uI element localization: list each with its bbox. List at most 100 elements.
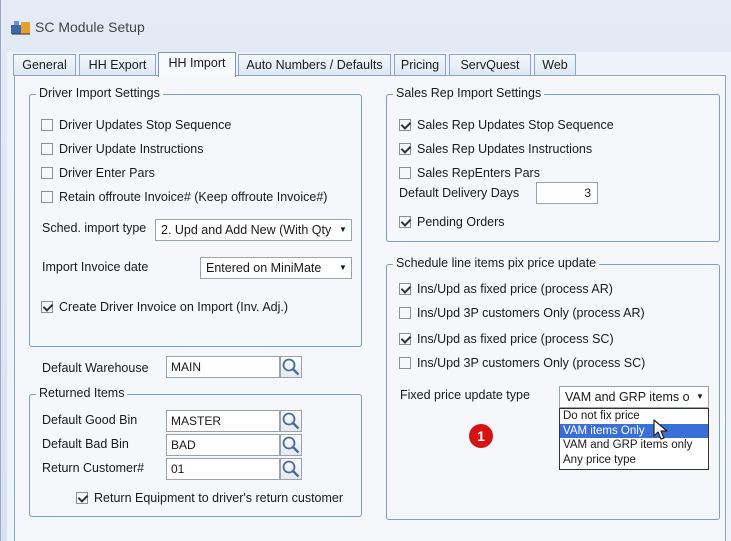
- tab-hh-export[interactable]: HH Export: [79, 54, 156, 76]
- sales-rep-enters-pars-checkbox[interactable]: Sales RepEnters Pars: [399, 164, 540, 182]
- checkbox-label: Driver Enter Pars: [59, 166, 155, 180]
- default-warehouse-field[interactable]: MAIN: [166, 356, 280, 378]
- checkbox-box[interactable]: [76, 492, 88, 504]
- sched-import-type-label: Sched. import type: [42, 221, 147, 235]
- import-invoice-date-label: Import Invoice date: [42, 260, 149, 274]
- search-icon: [282, 460, 300, 478]
- option-vam-items-only[interactable]: VAM items Only: [560, 423, 708, 438]
- tab-servquest[interactable]: ServQuest: [449, 54, 531, 76]
- search-icon: [282, 412, 300, 430]
- option-vam-and-grp-items-only[interactable]: VAM and GRP items only: [560, 438, 708, 453]
- return-customer-field[interactable]: 01: [166, 458, 280, 480]
- checkbox-label: Create Driver Invoice on Import (Inv. Ad…: [59, 300, 289, 314]
- checkbox-label: Driver Updates Stop Sequence: [59, 118, 232, 132]
- group-title: Returned Items: [36, 386, 128, 400]
- checkbox-label: Ins/Upd 3P customers Only (process SC): [417, 356, 646, 370]
- mouse-cursor-icon: [653, 419, 668, 440]
- 3p-customers-ar-checkbox[interactable]: Ins/Upd 3P customers Only (process AR): [399, 304, 645, 322]
- checkbox-box[interactable]: [41, 301, 53, 313]
- fixed-price-type-options: Do not fix price VAM items Only VAM and …: [559, 408, 709, 470]
- return-equipment-checkbox[interactable]: Return Equipment to driver's return cust…: [76, 489, 343, 507]
- dropdown-arrow-icon[interactable]: ▼: [335, 258, 351, 278]
- setup-window: SC Module Setup General HH Export HH Imp…: [0, 0, 731, 541]
- step-badge: 1: [469, 424, 493, 448]
- tab-label: HH Import: [168, 56, 226, 70]
- fixed-price-update-type-select[interactable]: VAM and GRP items o ▼: [559, 386, 709, 408]
- sales-rep-updates-instructions-checkbox[interactable]: Sales Rep Updates Instructions: [399, 140, 592, 158]
- retain-offroute-invoice-checkbox[interactable]: Retain offroute Invoice# (Keep offroute …: [41, 188, 341, 206]
- checkbox-box[interactable]: [399, 357, 411, 369]
- select-value: VAM and GRP items o: [565, 390, 690, 404]
- default-good-bin-field[interactable]: MASTER: [166, 410, 280, 432]
- fixed-price-sc-checkbox[interactable]: Ins/Upd as fixed price (process SC): [399, 330, 614, 348]
- checkbox-box[interactable]: [399, 283, 411, 295]
- checkbox-label: Ins/Upd 3P customers Only (process AR): [417, 306, 645, 320]
- checkbox-box[interactable]: [41, 191, 53, 203]
- driver-enter-pars-checkbox[interactable]: Driver Enter Pars: [41, 164, 155, 182]
- checkbox-box[interactable]: [41, 119, 53, 131]
- select-value: Entered on MiniMate: [206, 261, 322, 275]
- tab-auto-numbers[interactable]: Auto Numbers / Defaults: [238, 54, 391, 76]
- fixed-price-ar-checkbox[interactable]: Ins/Upd as fixed price (process AR): [399, 280, 613, 298]
- group-title: Driver Import Settings: [36, 86, 163, 100]
- checkbox-label: Sales RepEnters Pars: [417, 166, 540, 180]
- tab-label: Auto Numbers / Defaults: [246, 58, 383, 72]
- driver-updates-stop-sequence-checkbox[interactable]: Driver Updates Stop Sequence: [41, 116, 231, 134]
- tab-label: General: [22, 58, 67, 72]
- dropdown-arrow-icon[interactable]: ▼: [335, 220, 351, 240]
- search-icon: [282, 436, 300, 454]
- checkbox-box[interactable]: [399, 119, 411, 131]
- checkbox-box[interactable]: [399, 333, 411, 345]
- tab-label: Pricing: [400, 58, 440, 72]
- tab-label: Web: [542, 58, 568, 72]
- tab-hh-import[interactable]: HH Import: [158, 52, 236, 77]
- dropdown-arrow-icon[interactable]: ▼: [692, 387, 708, 407]
- checkbox-label: Pending Orders: [417, 215, 505, 229]
- group-title: Schedule line items pix price update: [393, 256, 600, 270]
- default-good-bin-label: Default Good Bin: [42, 413, 138, 427]
- pending-orders-checkbox[interactable]: Pending Orders: [399, 213, 505, 231]
- tab-general[interactable]: General: [13, 54, 76, 76]
- return-customer-label: Return Customer#: [42, 461, 145, 475]
- bad-bin-lookup-button[interactable]: [280, 434, 302, 456]
- checkbox-label: Sales Rep Updates Instructions: [417, 142, 593, 156]
- checkbox-label: Ins/Upd as fixed price (process SC): [417, 332, 614, 346]
- checkbox-label: Return Equipment to driver's return cust…: [94, 491, 344, 505]
- checkbox-box[interactable]: [399, 216, 411, 228]
- warehouse-lookup-button[interactable]: [280, 356, 302, 378]
- option-any-price-type[interactable]: Any price type: [560, 453, 708, 468]
- checkbox-box[interactable]: [399, 167, 411, 179]
- sales-rep-updates-stop-sequence-checkbox[interactable]: Sales Rep Updates Stop Sequence: [399, 116, 614, 134]
- search-icon: [282, 358, 300, 376]
- default-delivery-days-field[interactable]: 3: [536, 182, 598, 204]
- tab-pricing[interactable]: Pricing: [394, 54, 446, 76]
- good-bin-lookup-button[interactable]: [280, 410, 302, 432]
- checkbox-label: Driver Update Instructions: [59, 142, 204, 156]
- checkbox-box[interactable]: [399, 307, 411, 319]
- checkbox-box[interactable]: [41, 143, 53, 155]
- sched-import-type-select[interactable]: 2. Upd and Add New (With Qty ▼: [155, 219, 352, 241]
- driver-update-instructions-checkbox[interactable]: Driver Update Instructions: [41, 140, 204, 158]
- default-delivery-days-label: Default Delivery Days: [399, 186, 520, 200]
- checkbox-label: Retain offroute Invoice# (Keep offroute …: [59, 190, 328, 204]
- select-value: 2. Upd and Add New (With Qty: [161, 223, 332, 237]
- tab-web[interactable]: Web: [534, 54, 576, 76]
- default-bad-bin-field[interactable]: BAD: [166, 434, 280, 456]
- tab-label: HH Export: [88, 58, 147, 72]
- checkbox-label: Sales Rep Updates Stop Sequence: [417, 118, 614, 132]
- app-icon: [11, 21, 30, 35]
- default-bad-bin-label: Default Bad Bin: [42, 437, 129, 451]
- checkbox-box[interactable]: [41, 167, 53, 179]
- checkbox-label: Ins/Upd as fixed price (process AR): [417, 282, 613, 296]
- customer-lookup-button[interactable]: [280, 458, 302, 480]
- group-title: Sales Rep Import Settings: [393, 86, 545, 100]
- checkbox-box[interactable]: [399, 143, 411, 155]
- option-do-not-fix-price[interactable]: Do not fix price: [560, 409, 708, 424]
- window-title: SC Module Setup: [35, 19, 145, 35]
- default-warehouse-label: Default Warehouse: [42, 361, 149, 375]
- 3p-customers-sc-checkbox[interactable]: Ins/Upd 3P customers Only (process SC): [399, 354, 645, 372]
- create-driver-invoice-checkbox[interactable]: Create Driver Invoice on Import (Inv. Ad…: [41, 298, 288, 316]
- import-invoice-date-select[interactable]: Entered on MiniMate ▼: [200, 257, 352, 279]
- tab-label: ServQuest: [460, 58, 520, 72]
- title-bar: SC Module Setup: [1, 10, 731, 46]
